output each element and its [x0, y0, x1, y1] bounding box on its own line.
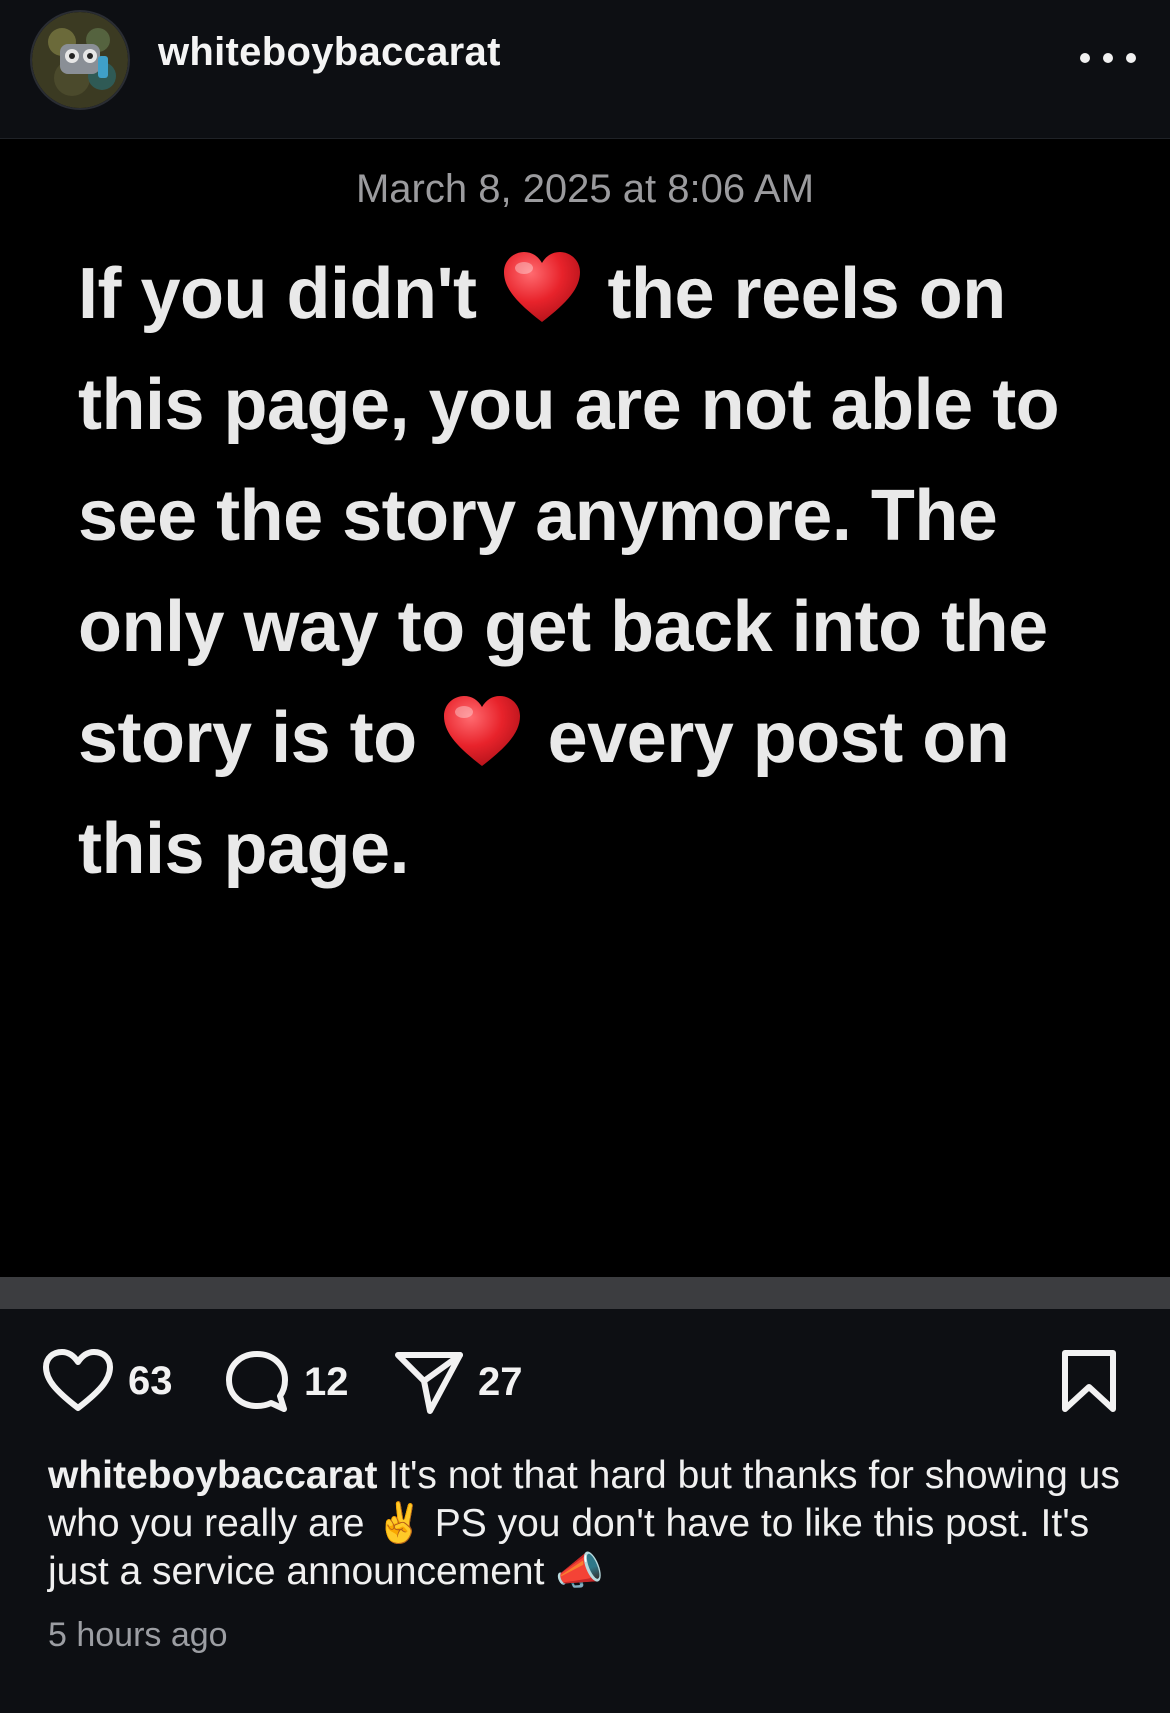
media-timestamp: March 8, 2025 at 8:06 AM: [355, 167, 815, 211]
comment-icon: [226, 1351, 288, 1412]
megaphone-emoji: 📣: [555, 1550, 604, 1593]
heart-icon: [43, 1349, 113, 1411]
avatar[interactable]: [32, 12, 128, 108]
victory-hand-emoji: ✌️: [375, 1502, 424, 1545]
media-progress-bar: [0, 1277, 1170, 1309]
save-button[interactable]: [1060, 1349, 1118, 1418]
ellipsis-icon: [1080, 53, 1090, 63]
post-caption: whiteboybaccarat It's not that hard but …: [48, 1452, 1128, 1596]
post-time-ago: 5 hours ago: [48, 1616, 228, 1654]
comment-count: 12: [304, 1359, 349, 1404]
more-options-button[interactable]: [1080, 38, 1136, 78]
like-button[interactable]: 63: [42, 1349, 173, 1413]
post-page: whiteboybaccarat March 8, 2025 at 8:06 A…: [0, 0, 1170, 1713]
media-text: If you didn't the reels on this page, yo…: [78, 239, 1088, 905]
send-icon: [395, 1352, 463, 1414]
red-heart-emoji: [444, 696, 521, 766]
like-count: 63: [128, 1358, 173, 1403]
media-text-part1: If you didn't: [78, 254, 497, 334]
post-username[interactable]: whiteboybaccarat: [158, 30, 501, 75]
red-heart-emoji: [504, 252, 581, 322]
avatar-image: [32, 12, 128, 108]
post-header: whiteboybaccarat: [0, 0, 1170, 139]
bookmark-icon: [1062, 1350, 1116, 1412]
caption-username[interactable]: whiteboybaccarat: [48, 1454, 377, 1497]
comment-button[interactable]: 12: [224, 1349, 349, 1415]
ellipsis-icon: [1103, 53, 1113, 63]
ellipsis-icon: [1126, 53, 1136, 63]
post-actions: 63 12 27: [0, 1309, 1170, 1459]
post-media[interactable]: March 8, 2025 at 8:06 AM If you didn't t…: [0, 139, 1170, 1277]
share-count: 27: [478, 1359, 523, 1404]
share-button[interactable]: 27: [394, 1349, 523, 1415]
